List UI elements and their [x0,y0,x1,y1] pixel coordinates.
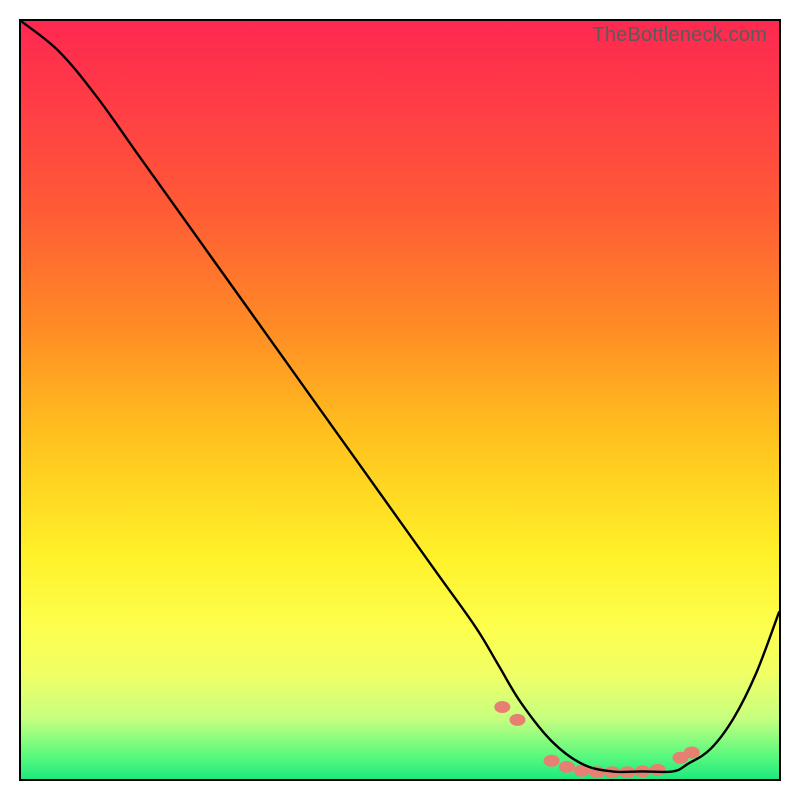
highlight-dot [684,747,700,759]
highlight-dot [494,701,510,713]
watermark-text: TheBottleneck.com [592,24,767,47]
bottleneck-curve-path [21,21,779,772]
highlight-dot [559,761,575,773]
highlight-dot [510,714,526,726]
chart-plot [21,21,779,779]
chart-frame: TheBottleneck.com [19,19,781,781]
highlight-dots-layer [494,701,700,778]
highlight-dot [544,755,560,767]
highlight-dot [650,764,666,776]
